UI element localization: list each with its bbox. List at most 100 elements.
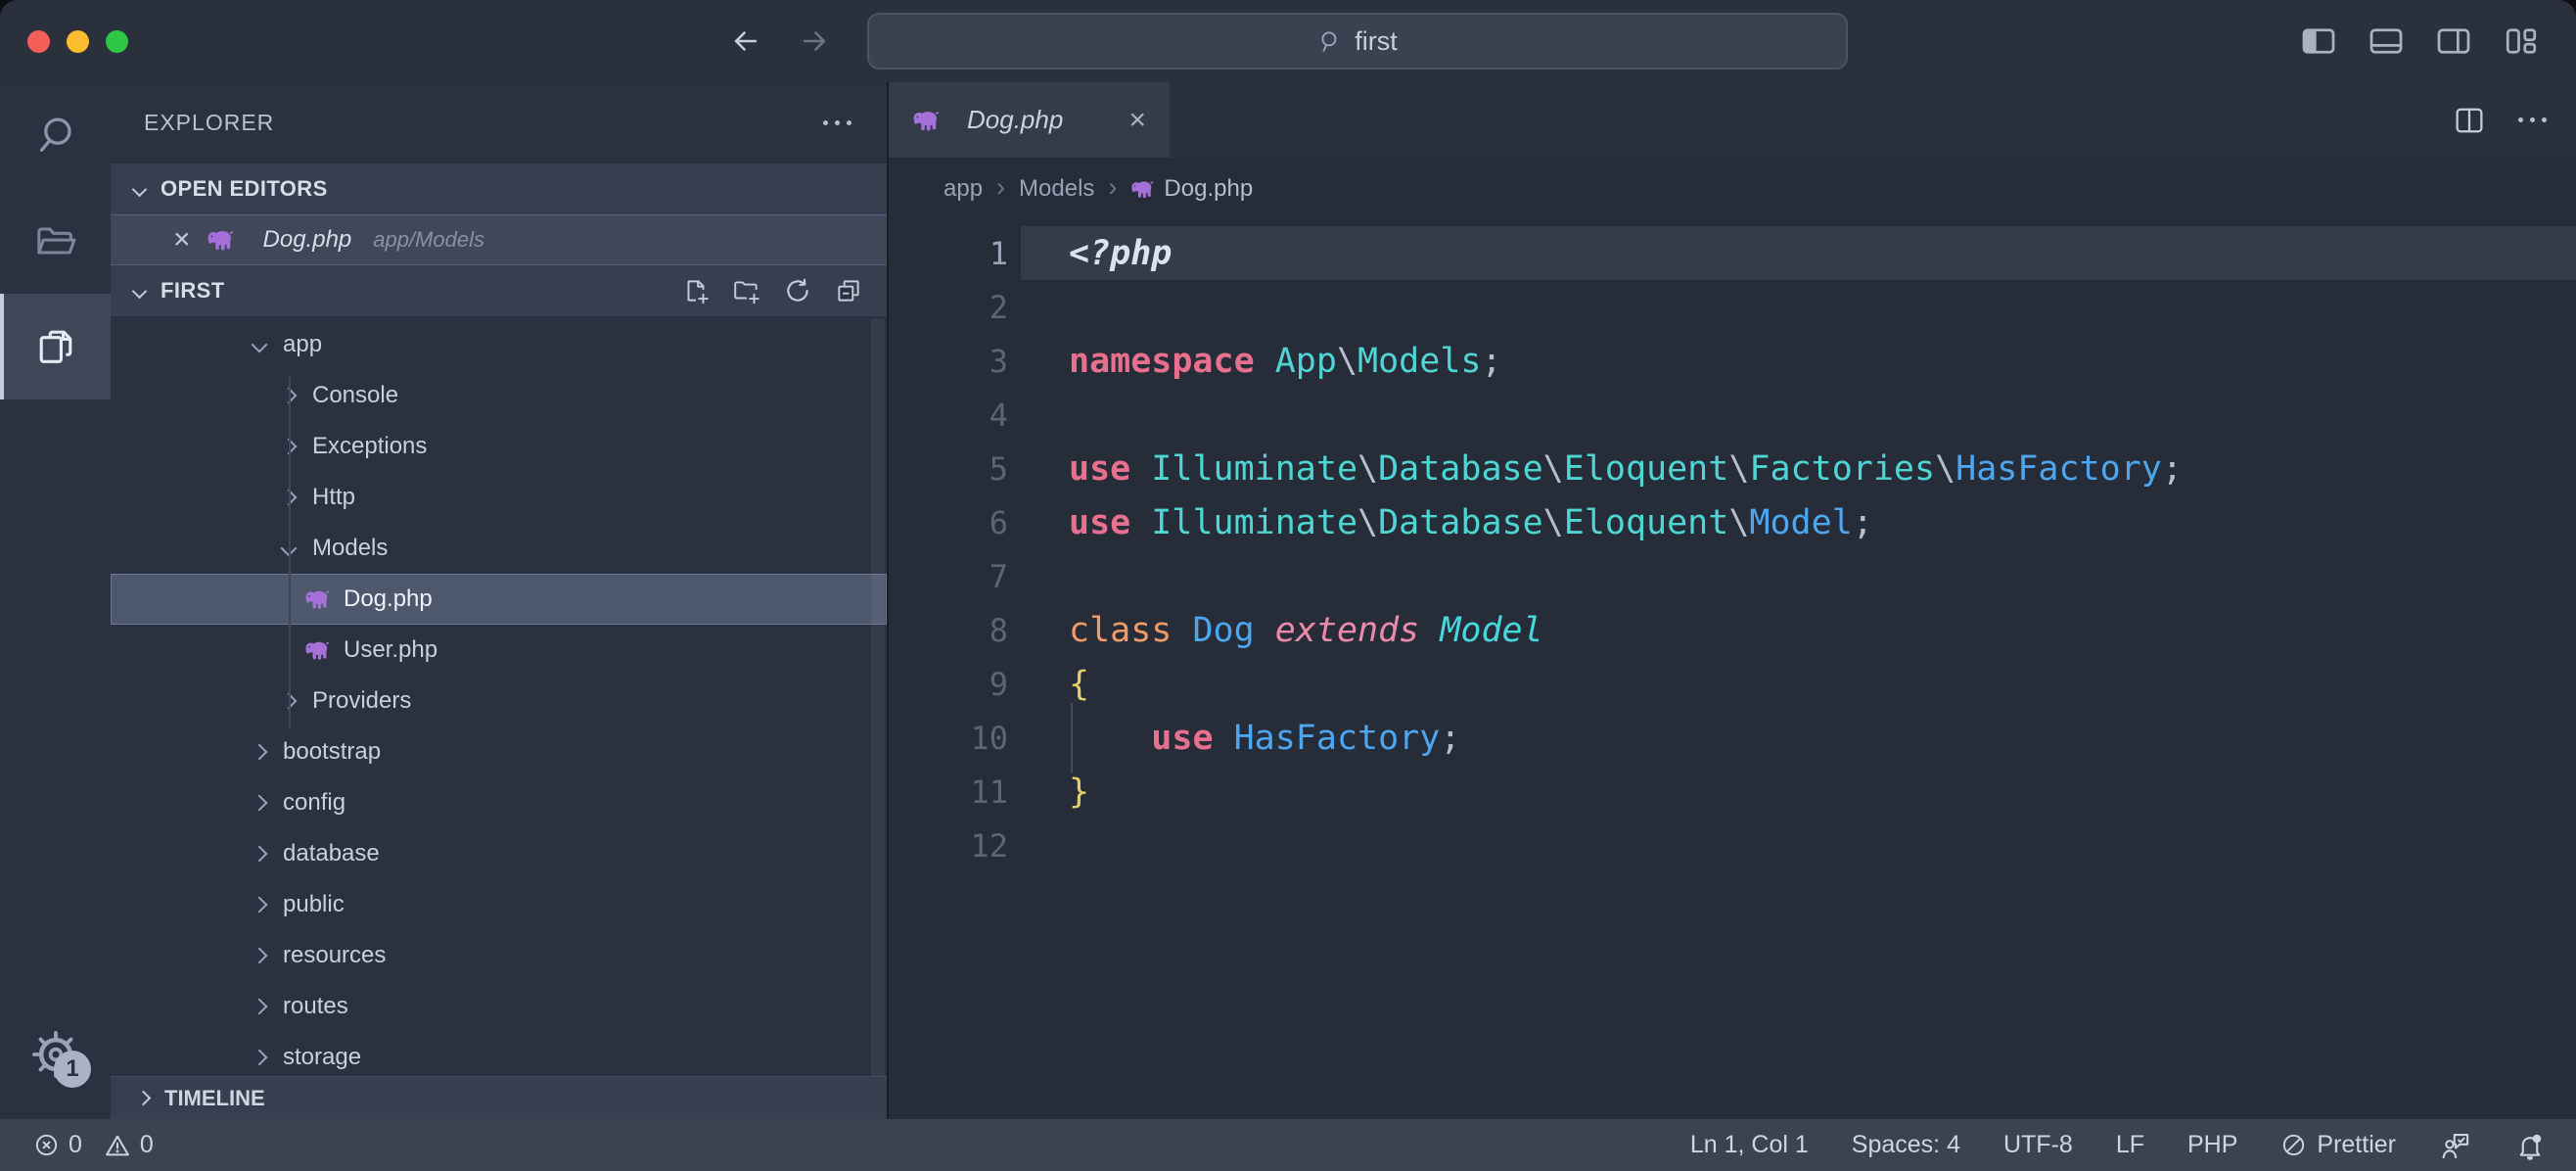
tree-item-database[interactable]: database	[111, 828, 887, 879]
open-editors-header[interactable]: OPEN EDITORS	[111, 164, 887, 214]
error-icon	[33, 1132, 60, 1158]
problems-status[interactable]: 0 0	[0, 1131, 154, 1159]
close-icon[interactable]: ×	[173, 225, 191, 255]
code-line-6[interactable]: 6use Illuminate\Database\Eloquent\Model;	[889, 495, 2576, 549]
code-line-7[interactable]: 7	[889, 549, 2576, 603]
split-editor-icon[interactable]	[2452, 105, 2487, 136]
status-item-prettier[interactable]: Prettier	[2280, 1131, 2396, 1159]
tree-item-storage[interactable]: storage	[111, 1032, 887, 1076]
toggle-secondary-sidebar-icon[interactable]	[2432, 20, 2475, 63]
breadcrumb-label: app	[943, 175, 983, 203]
tree-item-dog-php[interactable]: Dog.php	[111, 574, 887, 625]
tab-label: Dog.php	[967, 105, 1063, 135]
refresh-icon[interactable]	[783, 276, 812, 305]
status-item-ln-1-col-1[interactable]: Ln 1, Col 1	[1690, 1131, 1809, 1159]
code-line-10[interactable]: 10 use HasFactory;	[889, 711, 2576, 765]
code-text: {	[1069, 665, 1089, 704]
explorer-title: EXPLORER	[144, 110, 274, 136]
new-file-icon[interactable]	[681, 276, 711, 305]
line-number: 2	[889, 289, 1008, 326]
activitybar-search-icon[interactable]	[0, 82, 111, 188]
back-arrow-icon[interactable]	[724, 20, 767, 63]
bell-dot-icon[interactable]	[2515, 1131, 2545, 1160]
status-item-lf[interactable]: LF	[2116, 1131, 2144, 1159]
file-tree: appConsoleExceptions Http Models Dog.php U…	[111, 319, 887, 1076]
code-line-11[interactable]: 11}	[889, 765, 2576, 819]
customize-layout-icon[interactable]	[2500, 20, 2543, 63]
activitybar-folder-icon[interactable]	[0, 188, 111, 294]
explorer-more-actions-icon[interactable]	[823, 120, 851, 125]
maximize-window-button[interactable]	[106, 30, 128, 53]
code-line-9[interactable]: 9{	[889, 657, 2576, 711]
breadcrumb-label: Dog.php	[1164, 175, 1253, 203]
tree-item-label: Http	[312, 484, 355, 511]
breadcrumb: app›Models› Dog.php	[889, 158, 2576, 220]
tree-item-public[interactable]: public	[111, 879, 887, 930]
collapse-all-icon[interactable]	[834, 276, 863, 305]
tree-item-config[interactable]: config	[111, 777, 887, 828]
project-name-label: FIRST	[161, 278, 225, 304]
history-nav	[724, 0, 836, 82]
code-line-2[interactable]: 2	[889, 280, 2576, 334]
php-elephant-icon	[1130, 179, 1154, 199]
more-actions-icon[interactable]	[2518, 117, 2547, 122]
toggle-panel-icon[interactable]	[2365, 20, 2408, 63]
status-item-label: PHP	[2187, 1131, 2237, 1159]
new-folder-icon[interactable]	[732, 276, 761, 305]
chevron-right-icon	[252, 846, 268, 863]
timeline-header[interactable]: TIMELINE	[111, 1076, 887, 1119]
settings-badge: 1	[54, 1051, 91, 1088]
code-text: }	[1069, 773, 1089, 812]
tree-item-bootstrap[interactable]: bootstrap	[111, 726, 887, 777]
tree-item-exceptions[interactable]: Exceptions	[111, 421, 887, 472]
tree-item-http[interactable]: Http	[111, 472, 887, 523]
tree-item-resources[interactable]: resources	[111, 930, 887, 981]
feedback-icon[interactable]	[2439, 1131, 2472, 1160]
code-line-1[interactable]: 1<?php	[889, 226, 2576, 280]
status-item-php[interactable]: PHP	[2187, 1131, 2237, 1159]
line-number: 9	[889, 666, 1008, 703]
editor-actions	[2452, 82, 2576, 158]
code-line-5[interactable]: 5use Illuminate\Database\Eloquent\Factor…	[889, 442, 2576, 495]
tree-item-label: Dog.php	[344, 586, 433, 613]
open-editors-label: OPEN EDITORS	[161, 176, 328, 202]
tree-item-console[interactable]: Console	[111, 370, 887, 421]
forward-arrow-icon[interactable]	[793, 20, 836, 63]
activitybar-open-editors-icon[interactable]	[0, 294, 111, 399]
project-section-header[interactable]: FIRST	[111, 265, 887, 316]
manage-gear-icon[interactable]: 1	[0, 1007, 111, 1101]
open-editor-item[interactable]: × Dog.php app/Models	[111, 214, 887, 265]
close-icon[interactable]: ×	[1128, 106, 1146, 135]
chevron-right-icon: ›	[1108, 172, 1117, 203]
code-text: class Dog extends Model	[1069, 611, 1543, 650]
toggle-primary-sidebar-icon[interactable]	[2297, 20, 2340, 63]
tree-item-label: routes	[283, 993, 348, 1020]
code-line-4[interactable]: 4	[889, 388, 2576, 442]
command-center-search[interactable]: first	[867, 13, 1848, 70]
code-text: namespace App\Models;	[1069, 342, 1502, 381]
status-right: Ln 1, Col 1 Spaces: 4 UTF-8 LF PHP Prettier	[1690, 1131, 2576, 1160]
tree-item-providers[interactable]: Providers	[111, 676, 887, 726]
sidebar-scrollbar[interactable]	[871, 319, 885, 1076]
code-line-3[interactable]: 3 namespace App\Models;	[889, 334, 2576, 388]
breadcrumb-item-dog-php[interactable]: Dog.php	[1130, 175, 1253, 203]
php-elephant-icon	[207, 228, 234, 252]
tree-item-label: resources	[283, 942, 386, 969]
breadcrumb-item-models[interactable]: Models	[1019, 175, 1094, 203]
tree-item-user-php[interactable]: User.php	[111, 625, 887, 676]
breadcrumb-item-app[interactable]: app	[943, 175, 983, 203]
tab-dog-php[interactable]: Dog.php ×	[889, 82, 1170, 158]
line-number: 3	[889, 343, 1008, 380]
status-item-spaces-4[interactable]: Spaces: 4	[1852, 1131, 1960, 1159]
line-number: 11	[889, 773, 1008, 811]
code-line-12[interactable]: 12	[889, 819, 2576, 872]
tree-item-models[interactable]: Models	[111, 523, 887, 574]
code-text: use Illuminate\Database\Eloquent\Model;	[1069, 503, 1873, 542]
status-item-utf-8[interactable]: UTF-8	[2003, 1131, 2073, 1159]
code-editor[interactable]: 1<?php 2 3 namespace App\Models; 45use Illum…	[889, 220, 2576, 1119]
code-line-8[interactable]: 8class Dog extends Model	[889, 603, 2576, 657]
minimize-window-button[interactable]	[67, 30, 89, 53]
close-window-button[interactable]	[27, 30, 50, 53]
tree-item-routes[interactable]: routes	[111, 981, 887, 1032]
tree-item-app[interactable]: app	[111, 319, 887, 370]
